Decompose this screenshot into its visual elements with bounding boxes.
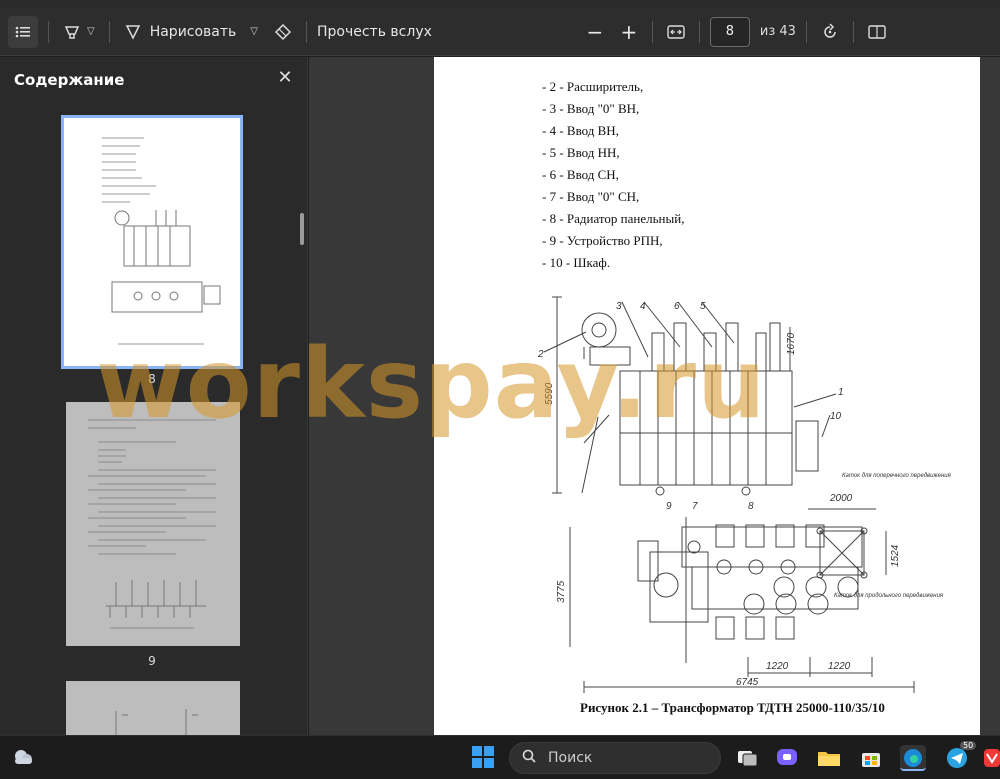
edge-icon <box>904 749 922 767</box>
folder-icon <box>818 752 840 766</box>
search-label: Поиск <box>548 750 593 766</box>
close-icon: ✕ <box>277 67 293 88</box>
close-sidebar-button[interactable]: ✕ <box>274 67 296 89</box>
weather-cloud-icon <box>15 750 32 764</box>
taskbar: Поиск 50 <box>0 735 1000 779</box>
callout-label: 7 <box>692 501 698 512</box>
list-icon <box>15 26 30 37</box>
dimension-label: 1524 <box>890 544 901 567</box>
transformer-drawing: 2 3 4 6 5 1 10 9 7 8 1670 5590 2000 1524… <box>537 296 952 693</box>
zoom-in-button[interactable]: + <box>616 16 642 48</box>
pdf-page: - 2 - Расширитель, - 3 - Ввод "0" ВН, - … <box>434 57 980 735</box>
draw-label: Нарисовать <box>149 23 237 40</box>
search-icon <box>522 749 536 767</box>
edge-browser-button[interactable] <box>900 745 926 771</box>
vivaldi-button[interactable] <box>984 745 1000 771</box>
drawing-note: Каток для поперечного передвижения <box>842 473 952 479</box>
dimension-label: 5590 <box>544 382 555 405</box>
telegram-button[interactable]: 50 <box>944 741 977 771</box>
chevron-down-icon: ▽ <box>87 26 95 37</box>
table-of-contents-button[interactable] <box>8 15 38 48</box>
thumbnail-preview <box>88 419 216 629</box>
file-explorer-button[interactable] <box>816 745 842 771</box>
weather-widget[interactable] <box>10 744 36 770</box>
dimension-label: 3775 <box>556 580 567 603</box>
callout-label: 10 <box>830 411 842 422</box>
thumbnail-page-number: 8 <box>148 372 156 386</box>
sidebar-title: Содержание <box>14 71 125 89</box>
figure-caption: Рисунок 2.1 – Трансформатор ТДТН 25000-1… <box>580 700 885 715</box>
toolbar-divider <box>698 20 700 43</box>
callout-label: 5 <box>700 301 706 312</box>
thumbnail-preview <box>115 709 198 735</box>
eraser-button[interactable] <box>270 16 296 48</box>
store-button[interactable] <box>858 745 884 771</box>
task-view-icon <box>738 751 758 767</box>
page-thumbnail[interactable] <box>61 115 243 369</box>
toolbar-divider <box>852 20 854 43</box>
page-number-input[interactable]: 8 <box>709 16 750 47</box>
dimension-label: 1220 <box>828 661 851 672</box>
page-count: из 43 <box>759 24 796 39</box>
plus-icon: + <box>620 19 638 44</box>
thumbnail-preview <box>102 137 221 345</box>
page-thumbnail[interactable] <box>66 681 240 735</box>
fit-page-button[interactable] <box>663 16 689 48</box>
zoom-out-button[interactable]: − <box>582 16 608 48</box>
notification-badge: 50 <box>960 741 977 750</box>
highlight-button[interactable]: ▽ <box>59 16 99 48</box>
rotate-button[interactable] <box>817 16 843 48</box>
minus-icon: − <box>586 19 604 44</box>
draw-button[interactable]: Нарисовать ▽ <box>120 16 262 48</box>
document-view[interactable]: - 2 - Расширитель, - 3 - Ввод "0" ВН, - … <box>309 57 1000 735</box>
windows-logo-icon <box>472 746 494 768</box>
chat-app-button[interactable] <box>774 745 800 771</box>
toolbar-divider <box>48 20 49 43</box>
start-button[interactable] <box>472 746 494 768</box>
dimension-label: 1670 <box>786 332 797 355</box>
toolbar-divider <box>651 20 653 43</box>
toolbar-divider <box>108 20 110 43</box>
callout-label: 1 <box>838 387 844 398</box>
callout-label: 6 <box>674 301 680 312</box>
callout-label: 8 <box>748 501 754 512</box>
dimension-label: 1220 <box>766 661 789 672</box>
read-aloud-button[interactable]: Прочесть вслух <box>317 16 432 48</box>
highlighter-icon <box>64 25 80 39</box>
task-view-button[interactable] <box>734 745 760 771</box>
sidebar-scrollbar[interactable] <box>300 213 304 245</box>
taskbar-search[interactable]: Поиск <box>509 742 721 774</box>
callout-label: 9 <box>666 501 672 512</box>
toolbar-divider <box>805 20 807 43</box>
callout-label: 2 <box>537 349 544 360</box>
chevron-down-icon: ▽ <box>250 26 258 37</box>
page-view-button[interactable] <box>864 16 890 48</box>
toolbar-divider <box>306 20 307 43</box>
rotate-icon <box>824 22 836 38</box>
dimension-label: 6745 <box>736 677 759 688</box>
vivaldi-icon <box>984 749 1000 767</box>
title-bar <box>0 0 1000 8</box>
store-icon <box>862 753 880 767</box>
dimension-label: 2000 <box>829 493 853 504</box>
toolbar: ▽ Нарисовать ▽ Прочесть вслух − + 8 из 4… <box>0 8 1000 56</box>
contents-sidebar: Содержание ✕ 8 9 <box>0 57 308 735</box>
pdf-viewer-window: ▽ Нарисовать ▽ Прочесть вслух − + 8 из 4… <box>0 0 1000 779</box>
read-aloud-label: Прочесть вслух <box>317 23 432 40</box>
two-page-icon <box>868 24 886 39</box>
draw-icon <box>125 24 140 40</box>
thumbnail-page-number: 9 <box>148 654 156 668</box>
eraser-icon <box>274 23 292 40</box>
chat-icon <box>777 749 797 765</box>
fit-width-icon <box>667 24 685 39</box>
page-thumbnail[interactable] <box>66 402 240 646</box>
callout-label: 4 <box>640 301 646 312</box>
drawing-note: Каток для продольного передвижения <box>834 593 944 599</box>
callout-label: 3 <box>616 301 622 312</box>
